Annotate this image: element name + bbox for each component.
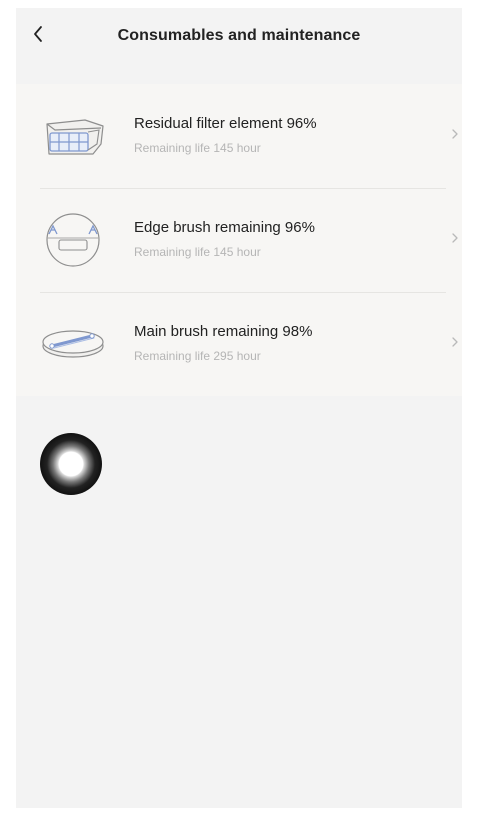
app-screen: Consumables and maintenance Residual fil… [16, 8, 462, 808]
consumables-list: Residual filter element 96% Remaining li… [16, 84, 462, 396]
consumable-title: Edge brush remaining 96% [134, 219, 315, 236]
consumable-text: Main brush remaining 98% Remaining life … [134, 322, 312, 364]
chevron-right-icon [452, 337, 458, 347]
main-brush-icon [38, 314, 108, 374]
consumable-remaining-life: Remaining life 145 hour [134, 245, 261, 259]
top-bar: Consumables and maintenance [16, 8, 462, 66]
consumable-remaining-life: Remaining life 295 hour [134, 349, 261, 363]
consumable-item-edge-brush[interactable]: Edge brush remaining 96% Remaining life … [16, 188, 462, 292]
chevron-right-icon [452, 129, 458, 139]
edge-brush-icon [38, 210, 108, 270]
floating-circle-button[interactable] [40, 433, 102, 495]
consumable-remaining-life: Remaining life 145 hour [134, 141, 261, 155]
consumable-item-filter[interactable]: Residual filter element 96% Remaining li… [16, 84, 462, 188]
consumable-text: Residual filter element 96% Remaining li… [134, 114, 317, 156]
consumable-item-main-brush[interactable]: Main brush remaining 98% Remaining life … [16, 292, 462, 396]
consumable-text: Edge brush remaining 96% Remaining life … [134, 218, 315, 260]
page-title: Consumables and maintenance [117, 27, 361, 44]
consumable-title: Residual filter element 96% [134, 115, 317, 132]
consumable-title: Main brush remaining 98% [134, 323, 313, 340]
filter-icon [38, 106, 108, 166]
chevron-right-icon [452, 233, 458, 243]
